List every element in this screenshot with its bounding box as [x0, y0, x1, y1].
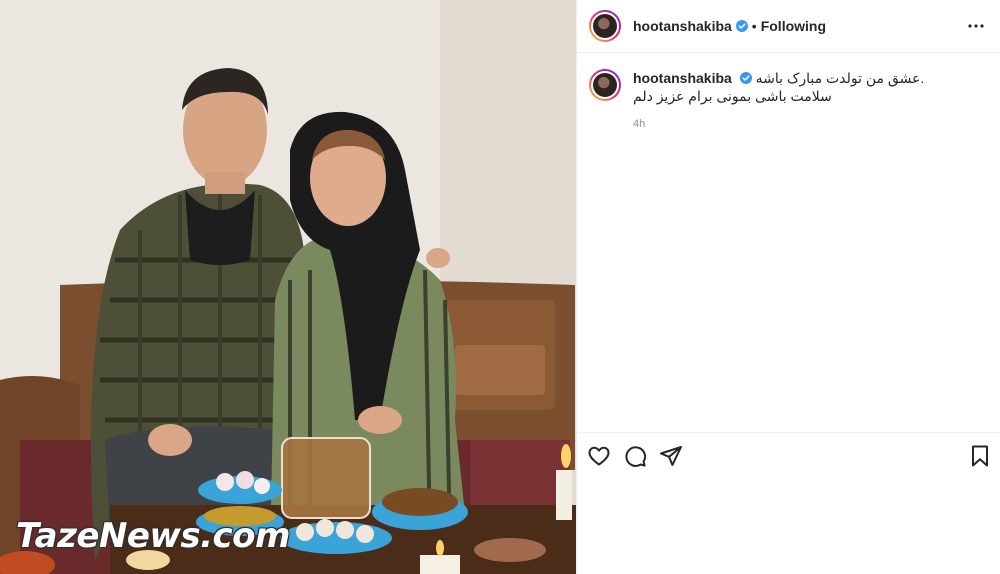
more-options-button[interactable]	[964, 14, 988, 38]
following-button[interactable]: Following	[761, 18, 826, 34]
post-image	[0, 0, 576, 574]
caption-text-line2: سلامت باشی بمونی برام عزیز دلم	[633, 88, 832, 104]
header-username[interactable]: hootanshakiba	[633, 18, 732, 34]
avatar[interactable]	[589, 10, 621, 42]
bookmark-icon[interactable]	[968, 444, 992, 468]
verified-badge-icon	[735, 20, 748, 32]
caption-text: عشق من تولدت مبارک باشه.	[755, 70, 925, 86]
watermark: TazeNews.com	[16, 516, 290, 556]
post-header: hootanshakiba • Following	[577, 0, 1000, 53]
caption-body: hootanshakiba عشق من تولدت مبارک باشه. س…	[633, 69, 924, 133]
caption-avatar[interactable]	[589, 69, 621, 101]
separator-dot: •	[751, 18, 757, 34]
post-timestamp[interactable]: 4h	[633, 115, 924, 133]
share-icon[interactable]	[659, 444, 683, 468]
caption-username[interactable]: hootanshakiba	[633, 70, 732, 86]
post-sidebar: hootanshakiba • Following hootanshakiba …	[576, 0, 1000, 574]
heart-icon[interactable]	[587, 444, 611, 468]
comment-icon[interactable]	[623, 444, 647, 468]
action-bar	[577, 432, 1000, 478]
caption-block: hootanshakiba عشق من تولدت مبارک باشه. س…	[577, 53, 1000, 133]
post-photo[interactable]: TazeNews.com	[0, 0, 576, 574]
more-options-icon	[968, 24, 984, 28]
verified-badge-icon	[739, 72, 752, 84]
